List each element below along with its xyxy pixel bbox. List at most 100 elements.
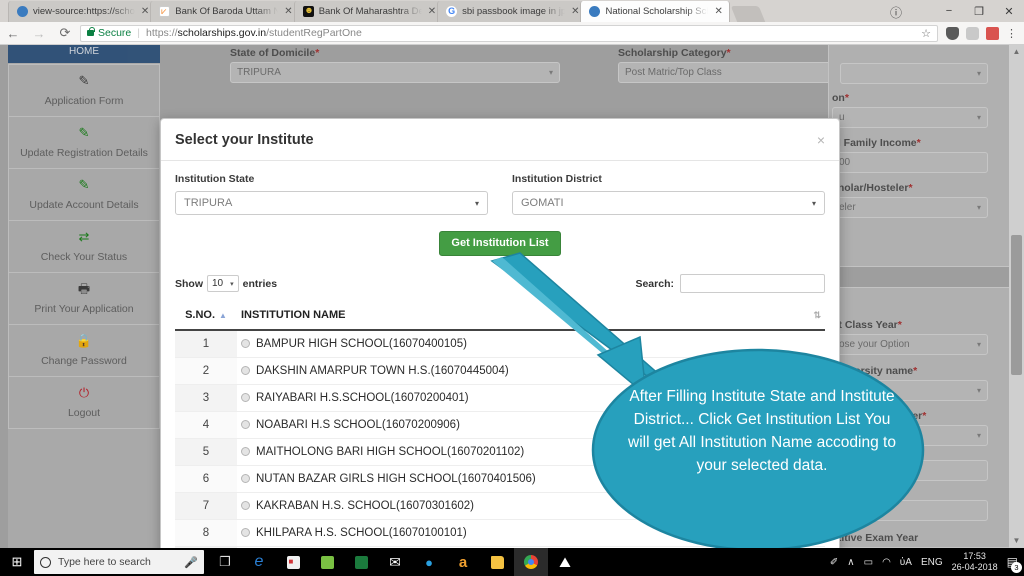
tab-close-icon[interactable]: ✕ [571,6,579,17]
bookmark-star-icon[interactable]: ☆ [921,27,931,40]
file-explorer-icon[interactable] [480,548,514,576]
start-button-icon[interactable]: ⊞ [0,554,34,570]
sidebar-item-update-registration-details[interactable]: ✎ Update Registration Details [9,117,159,169]
institution-state-select[interactable]: TRIPURA ▾ [175,191,488,215]
institution-district-select[interactable]: GOMATI ▾ [512,191,825,215]
scroll-up-arrow-icon[interactable]: ▲ [1009,45,1024,59]
shield-extension-icon[interactable] [946,26,959,40]
column-header-institution-name[interactable]: INSTITUTION NAME [237,303,805,331]
red-extension-icon[interactable] [986,26,999,40]
bg-field-annual-family-income[interactable]: 00 [832,152,988,173]
sort-both-icon[interactable]: ⇅ [805,303,825,331]
institution-radio[interactable] [241,501,250,510]
close-window-button[interactable]: ✕ [994,5,1024,18]
table-row[interactable]: 1 BAMPUR HIGH SCHOOL(16070400105) [175,330,825,358]
browser-tab[interactable]: view-source:https://scho ✕ [8,1,157,22]
language-indicator[interactable]: ENG [921,557,943,568]
minimize-button[interactable]: − [934,5,964,17]
get-institution-list-button[interactable]: Get Institution List [439,231,561,256]
lock-icon: 🔒 [75,333,93,348]
browser-tab[interactable]: ☻ Bank Of Maharashtra De ✕ [293,1,444,22]
row-institution[interactable]: DAKSHIN AMARPUR TOWN H.S.(16070445004) [237,357,825,385]
pen-workspace-icon[interactable]: ✐ [830,557,838,568]
table-row[interactable]: 7 KAKRABAN H.S. SCHOOL(16070301602) [175,492,825,520]
tab-close-icon[interactable]: ✕ [284,6,292,17]
browser-menu-icon[interactable]: ⋮ [1006,27,1017,40]
bg-field-label: University name* [832,365,918,377]
close-icon[interactable]: × [817,132,825,148]
bg-field-partial[interactable]: ▾ [840,63,988,84]
url-path: /studentRegPartOne [266,27,362,39]
sidebar-item-check-your-status[interactable]: ⇄ Check Your Status [9,221,159,273]
bg-field-religion[interactable]: u ▾ [832,107,988,128]
tab-close-icon[interactable]: ✕ [714,6,722,17]
chevron-down-icon: ▾ [474,198,479,208]
task-view-icon[interactable]: ❐ [208,548,242,576]
page-scrollbar[interactable]: ▲ ▼ [1009,45,1024,548]
sidebar-item-print-your-application[interactable]: 🖶 Print Your Application [9,273,159,325]
browser-tab[interactable]: ⩗ Bank Of Baroda Uttam N ✕ [150,1,300,22]
bg-field-label: al Family Income* [832,137,921,149]
institution-radio[interactable] [241,366,250,375]
clock[interactable]: 17:53 26-04-2018 [952,551,998,573]
institution-radio[interactable] [241,474,250,483]
sidebar-item-logout[interactable]: ⏻ Logout [9,377,159,428]
show-hidden-icons-chevron-icon[interactable]: ∧ [847,557,854,568]
taskbar-search-box[interactable]: Type here to search 🎤 [34,550,204,574]
forward-button[interactable]: → [26,26,52,41]
profile-icon[interactable]: ⓘ [890,4,902,21]
microsoft-store-icon[interactable]: ■ [276,548,310,576]
bg-field-blank-2[interactable] [832,500,988,521]
volume-icon[interactable]: ὐA [900,557,912,568]
chrome-icon[interactable] [514,548,548,576]
ebook-app-icon[interactable] [344,548,378,576]
institution-radio[interactable] [241,393,250,402]
battery-icon[interactable]: ▭ [864,557,873,568]
browser-tab-active[interactable]: National Scholarship Sch ✕ [580,1,730,22]
reload-button[interactable]: ⟳ [52,25,78,41]
amazon-icon[interactable]: a [446,548,480,576]
wifi-icon[interactable]: ◠ [882,557,891,568]
row-institution[interactable]: BAMPUR HIGH SCHOOL(16070400105) [237,330,825,358]
tab-close-icon[interactable]: ✕ [141,6,149,17]
scrollbar-thumb[interactable] [1011,235,1022,375]
new-tab-button[interactable] [730,6,766,22]
bg-field-daycholar-hosteler[interactable]: eler ▾ [832,197,988,218]
edge-icon[interactable]: e [242,548,276,576]
search-input[interactable] [680,274,825,293]
bg-field-state-of-domicile[interactable]: TRIPURA ▾ [230,62,560,83]
sidebar-home-label[interactable]: HOME [8,45,160,63]
row-institution[interactable]: KHILPARA H.S. SCHOOL(16070100101) [237,519,825,547]
institution-radio[interactable] [241,447,250,456]
institution-radio[interactable] [241,420,250,429]
bg-field-present-class-year[interactable]: ose your Option ▾ [832,334,988,355]
sidebar-item-label: Logout [67,407,101,419]
microphone-icon[interactable]: 🎤 [184,556,198,569]
row-institution[interactable]: KAKRABAN H.S. SCHOOL(16070301602) [237,492,825,520]
browser-tab[interactable]: G sbi passbook image in jp ✕ [437,1,587,22]
sidebar-item-change-password[interactable]: 🔒 Change Password [9,325,159,377]
notification-center-icon[interactable]: ▤ 3 [1007,555,1022,573]
address-bar[interactable]: Secure | https:// scholarships.gov.in /s… [80,24,938,42]
institution-district-group: Institution District GOMATI ▾ [512,173,825,215]
maximize-button[interactable]: ❐ [964,5,994,18]
skype-icon[interactable]: ● [412,548,446,576]
table-row[interactable]: 8 KHILPARA H.S. SCHOOL(16070100101) [175,519,825,547]
photos-icon[interactable]: ⛰ [548,548,582,576]
tab-close-icon[interactable]: ✕ [428,6,436,17]
mail-icon[interactable]: ✉ [378,548,412,576]
url-scheme: https:// [146,27,178,39]
sidebar-item-application-form[interactable]: ✎ Application Form [9,65,159,117]
column-header-sno[interactable]: S.NO. ▲ [175,303,237,331]
page-length-select[interactable]: 10 ▾ [207,275,239,292]
hexagon-extension-icon[interactable] [966,26,979,40]
sidebar-item-update-account-details[interactable]: ✎ Update Account Details [9,169,159,221]
institute-selectors-row: Institution State TRIPURA ▾ Institution … [175,173,825,215]
institution-radio[interactable] [241,528,250,537]
length-menu-suffix: entries [242,277,278,290]
table-row[interactable]: 2 DAKSHIN AMARPUR TOWN H.S.(16070445004) [175,357,825,385]
green-app-icon[interactable] [310,548,344,576]
back-button[interactable]: ← [0,26,26,41]
scroll-down-arrow-icon[interactable]: ▼ [1009,534,1024,548]
institution-radio[interactable] [241,339,250,348]
